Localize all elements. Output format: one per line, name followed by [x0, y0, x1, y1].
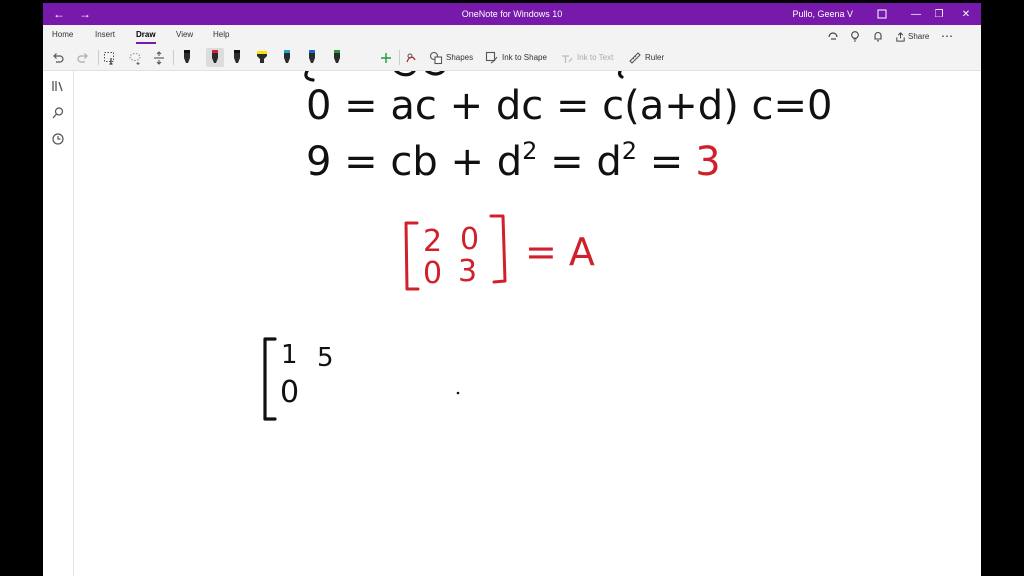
ink-partial-stroke: [394, 69, 416, 77]
green-pen-button[interactable]: [331, 48, 343, 67]
shapes-label: Shapes: [446, 53, 474, 62]
yellow-highlighter-button[interactable]: [256, 48, 268, 67]
matrix-b-cell-1-0: 0: [280, 375, 299, 410]
blue-pen-button[interactable]: [306, 48, 318, 67]
ink-replay-button[interactable]: [404, 48, 418, 67]
undo-icon: [53, 52, 64, 63]
matrix-b-cell-0-0: 1: [281, 340, 298, 370]
share-button[interactable]: Share: [895, 25, 929, 47]
add-space-icon: [154, 50, 164, 65]
ink-line-2-answer: 3: [695, 139, 720, 185]
matrix-a-right-bracket: [489, 214, 507, 284]
ink-replay-icon: [406, 53, 416, 62]
toolbar-divider: [173, 50, 174, 65]
black-pen-button[interactable]: [181, 48, 193, 67]
matrix-a-label: = A: [525, 230, 595, 274]
type-select-icon: [104, 51, 114, 65]
ink-line-2-mid: = d: [537, 139, 621, 185]
ink-line-2-eq: =: [637, 139, 683, 185]
account-icon[interactable]: [867, 3, 897, 25]
search-icon[interactable]: [51, 106, 65, 120]
ink-partial-stroke: [425, 69, 445, 76]
share-icon: [896, 31, 905, 42]
matrix-b-left-bracket: [263, 337, 277, 421]
matrix-a-left-bracket: [404, 221, 420, 291]
notebooks-icon[interactable]: [51, 79, 65, 93]
ink-to-text-label: Ink to Text: [577, 53, 614, 62]
active-tab-indicator: [136, 42, 156, 44]
lasso-select-button[interactable]: [128, 48, 142, 67]
lasso-icon: [129, 52, 141, 65]
navigation-sidebar: [43, 71, 74, 576]
red-pen-icon: [212, 50, 218, 63]
black-pen-2-icon: [234, 50, 240, 63]
bell-icon[interactable]: [872, 25, 884, 47]
red-pen-button[interactable]: [206, 48, 224, 67]
title-bar: ← → OneNote for Windows 10 Pullo, Geena …: [43, 3, 981, 25]
redo-icon: [77, 52, 88, 63]
toolbar-divider: [399, 50, 400, 65]
ink-line-1: 0 = ac + dc = c(a+d) c=0: [306, 83, 832, 129]
plus-icon: [381, 52, 391, 63]
matrix-a-cell-0-0: 2: [423, 224, 442, 259]
matrix-a-cell-0-1: 0: [460, 222, 479, 257]
sync-icon[interactable]: [827, 25, 839, 47]
shapes-icon: [429, 51, 443, 64]
ruler-label: Ruler: [645, 53, 665, 62]
blue-pen-icon: [309, 50, 315, 63]
ruler-button[interactable]: Ruler: [628, 48, 664, 67]
tab-insert[interactable]: Insert: [95, 30, 115, 39]
close-button[interactable]: ✕: [951, 3, 981, 25]
ink-line-2-lhs: 9 = cb + d: [306, 139, 522, 185]
green-pen-icon: [334, 50, 340, 63]
ink-to-text-button[interactable]: Ink to Text: [560, 48, 613, 67]
share-label: Share: [908, 31, 930, 41]
tab-view[interactable]: View: [176, 30, 193, 39]
black-pen-icon: [184, 50, 190, 63]
yellow-highlighter-icon: [257, 51, 267, 63]
tab-help[interactable]: Help: [213, 30, 229, 39]
ink-to-shape-button[interactable]: Ink to Shape: [485, 48, 547, 67]
more-options-button[interactable]: ⋯: [941, 25, 953, 47]
ink-line-2-sup2: 2: [622, 137, 637, 165]
ink-line-2: 9 = cb + d2 = d2 = 3: [306, 137, 721, 185]
ruler-icon: [629, 51, 641, 64]
ink-layer: 0 = ac + dc = c(a+d) c=0 9 = cb + d2 = d…: [263, 69, 832, 421]
type-select-button[interactable]: [103, 48, 117, 67]
draw-toolbar: Shapes Ink to Shape Ink to Text Ruler: [43, 45, 981, 71]
shapes-button[interactable]: Shapes: [429, 48, 473, 67]
black-pen-2-button[interactable]: [231, 48, 243, 67]
tab-draw[interactable]: Draw: [136, 30, 156, 39]
redo-button[interactable]: [76, 48, 90, 67]
onenote-window: ← → OneNote for Windows 10 Pullo, Geena …: [43, 3, 981, 576]
ribbon-tabs: Home Insert Draw View Help Share ⋯: [43, 25, 981, 45]
matrix-b-cell-0-1: 5: [317, 343, 334, 373]
ink-to-shape-label: Ink to Shape: [502, 53, 547, 62]
teal-pen-icon: [284, 50, 290, 63]
undo-button[interactable]: [51, 48, 65, 67]
tab-home[interactable]: Home: [52, 30, 73, 39]
add-pen-button[interactable]: [379, 48, 393, 67]
add-space-button[interactable]: [152, 48, 166, 67]
matrix-a-cell-1-1: 3: [458, 254, 477, 289]
ink-partial-stroke: [618, 69, 624, 79]
ink-line-2-sup: 2: [522, 137, 537, 165]
matrix-a-cell-1-0: 0: [423, 256, 442, 291]
ink-dot: [456, 391, 460, 395]
maximize-button[interactable]: ❐: [925, 3, 953, 25]
recent-notes-icon[interactable]: [51, 132, 65, 146]
toolbar-divider: [98, 50, 99, 65]
ink-partial-stroke: [304, 69, 315, 82]
lightbulb-icon[interactable]: [849, 25, 861, 47]
page-canvas[interactable]: 0 = ac + dc = c(a+d) c=0 9 = cb + d2 = d…: [74, 69, 981, 576]
ink-to-shape-icon: [485, 51, 498, 63]
teal-pen-button[interactable]: [281, 48, 293, 67]
ink-to-text-icon: [562, 54, 573, 63]
user-name[interactable]: Pullo, Geena V: [792, 3, 853, 25]
